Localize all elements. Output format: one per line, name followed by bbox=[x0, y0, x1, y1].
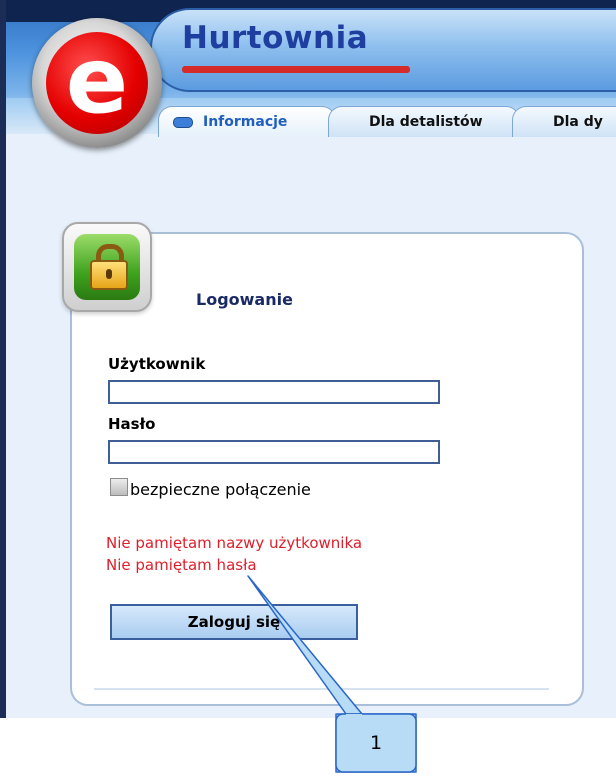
callout-number: 1 bbox=[369, 732, 383, 754]
callout-annotation bbox=[247, 575, 417, 773]
